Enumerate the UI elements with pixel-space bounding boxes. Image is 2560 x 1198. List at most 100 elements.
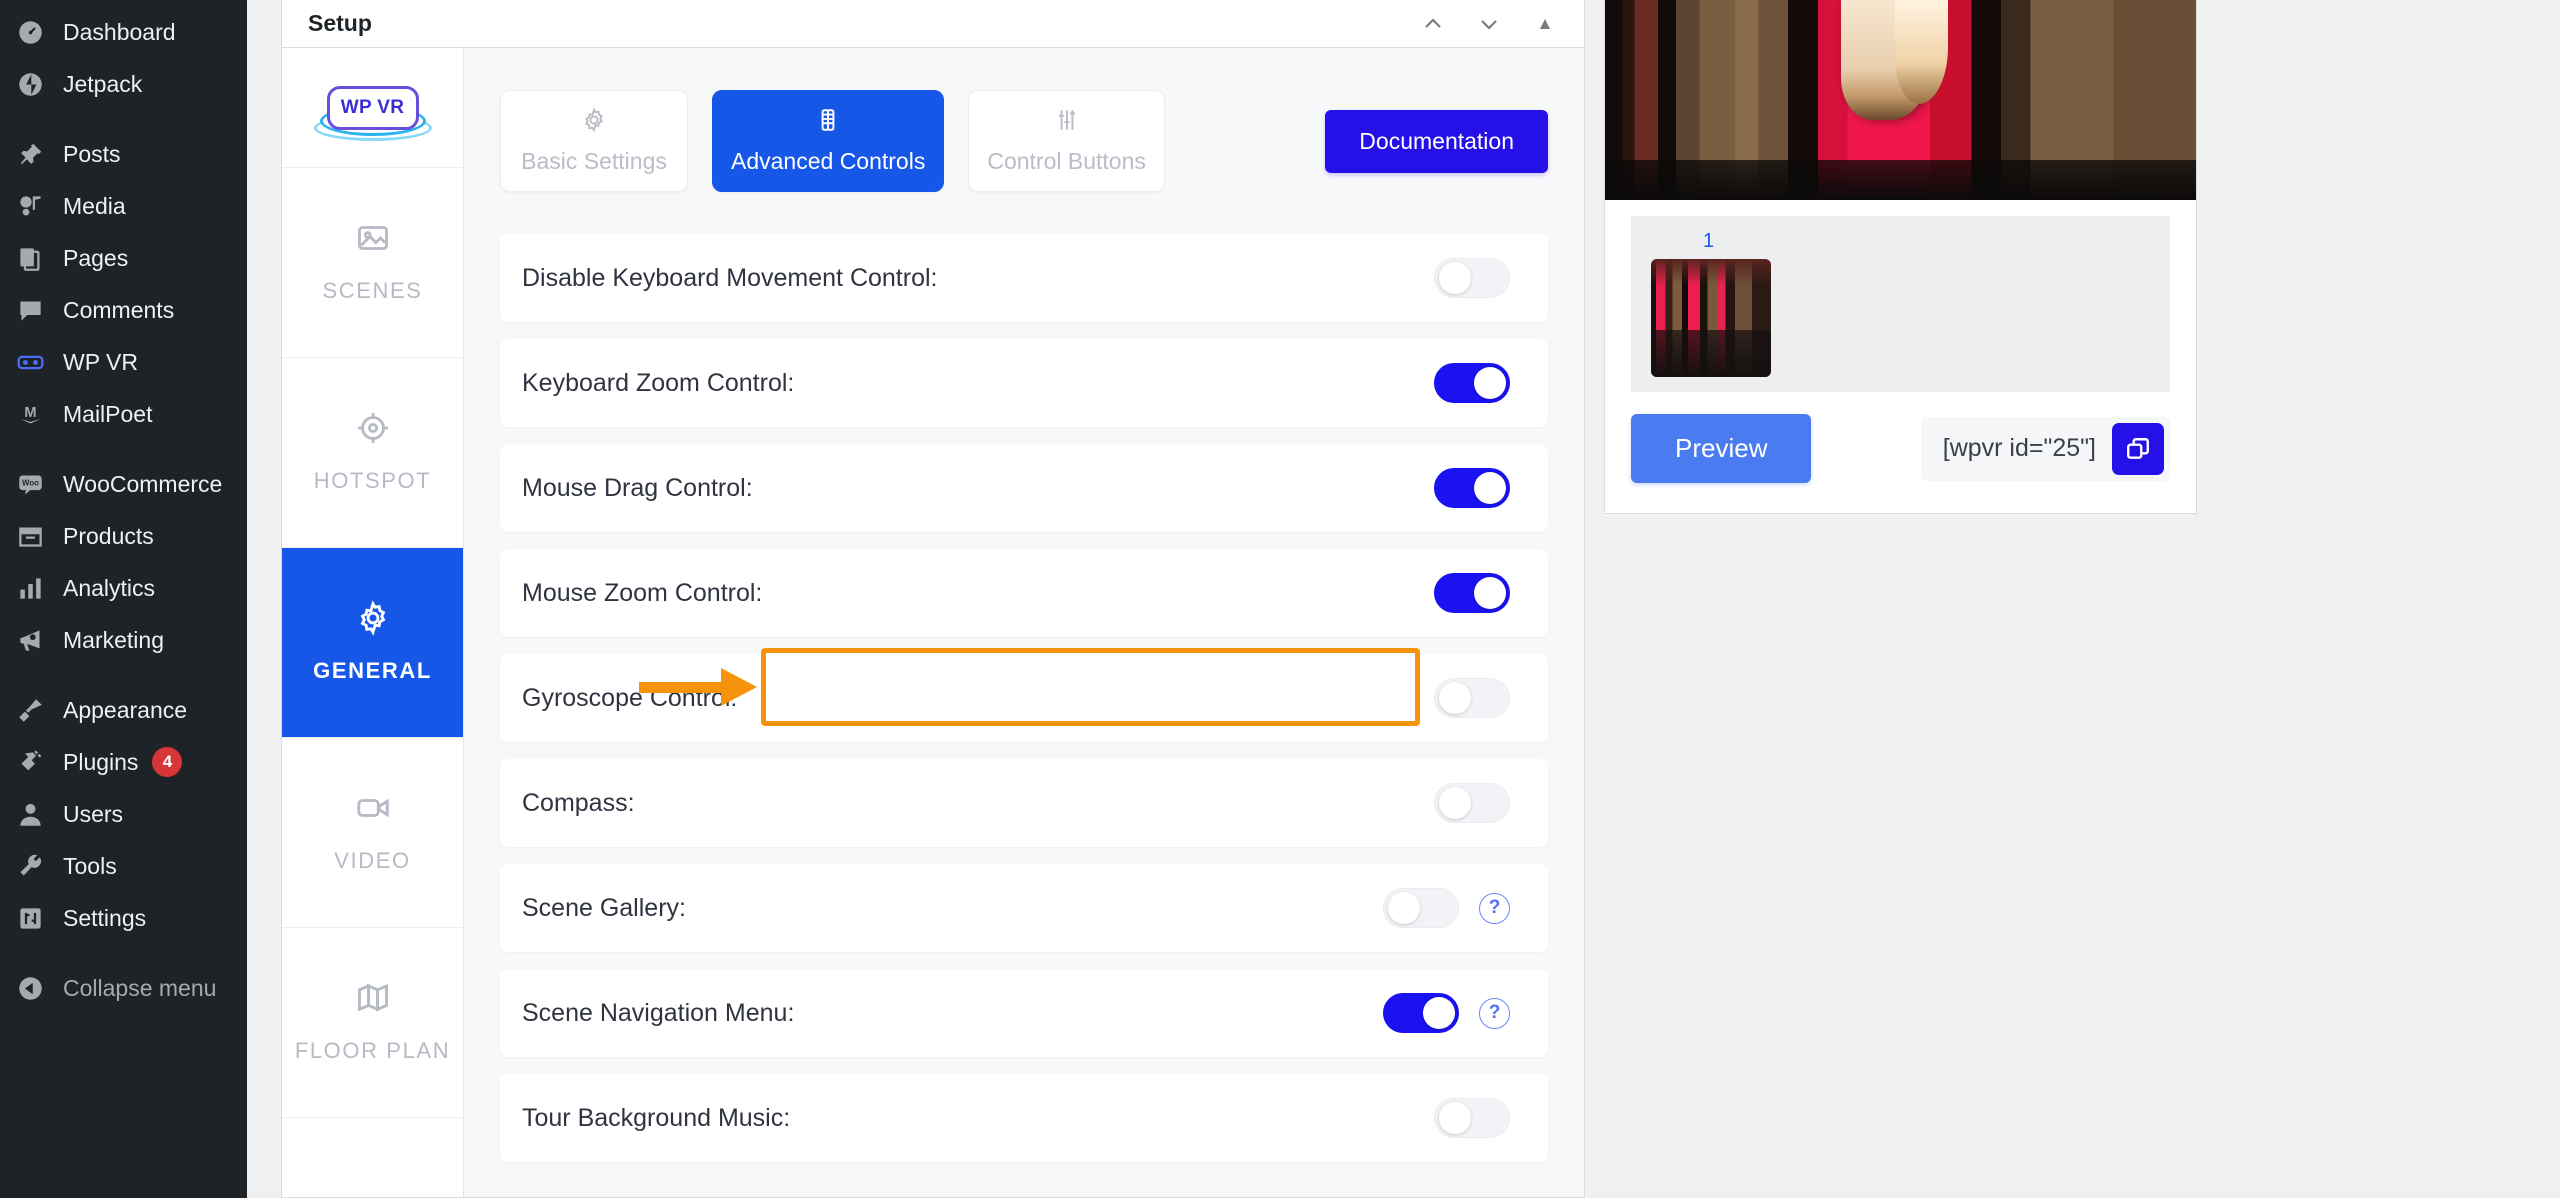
sidebar-item-appearance[interactable]: Appearance bbox=[0, 684, 247, 736]
sidebar-item-collapse-menu[interactable]: Collapse menu bbox=[0, 962, 247, 1014]
setting-row: Compass: bbox=[500, 759, 1548, 847]
sidebar-item-label: Pages bbox=[63, 244, 129, 271]
panel-icon bbox=[815, 107, 841, 138]
sidebar-item-label: Analytics bbox=[63, 574, 156, 601]
rail-tab-hotspot[interactable]: HOTSPOT bbox=[282, 358, 463, 548]
setting-toggle[interactable] bbox=[1383, 993, 1459, 1033]
sidebar-item-products[interactable]: Products bbox=[0, 510, 247, 562]
sidebar-item-pages[interactable]: Pages bbox=[0, 232, 247, 284]
setting-toggle[interactable] bbox=[1434, 258, 1510, 298]
main-content: Setup WP VR SCENES HOTSPOT GENERAL VIDEO… bbox=[247, 0, 2560, 1198]
svg-text:M: M bbox=[24, 404, 36, 420]
triangle-up-icon[interactable] bbox=[1528, 7, 1562, 41]
setting-label: Scene Navigation Menu: bbox=[522, 998, 795, 1027]
rail-tab-general[interactable]: GENERAL bbox=[282, 548, 463, 738]
tab-basic-settings[interactable]: Basic Settings bbox=[500, 90, 688, 192]
setting-toggle[interactable] bbox=[1434, 573, 1510, 613]
svg-text:Woo: Woo bbox=[22, 478, 39, 487]
sidebar-item-label: Users bbox=[63, 800, 124, 827]
chevron-down-icon[interactable] bbox=[1472, 7, 1506, 41]
sidebar-item-plugins[interactable]: Plugins 4 bbox=[0, 736, 247, 788]
setting-label: Mouse Zoom Control: bbox=[522, 578, 763, 607]
tab-label: Basic Settings bbox=[521, 148, 667, 174]
setting-controls bbox=[1434, 363, 1510, 403]
sidebar-item-label: Jetpack bbox=[63, 70, 143, 97]
setting-toggle[interactable] bbox=[1434, 468, 1510, 508]
rail-tab-label: SCENES bbox=[322, 277, 423, 303]
setting-row: Scene Navigation Menu:? bbox=[500, 969, 1548, 1057]
setting-label: Mouse Drag Control: bbox=[522, 473, 753, 502]
sidebar-item-label: Dashboard bbox=[63, 18, 176, 45]
analytics-icon bbox=[13, 571, 47, 605]
sidebar-item-label: Comments bbox=[63, 296, 175, 323]
plugins-plug-icon bbox=[13, 745, 47, 779]
sidebar-item-dashboard[interactable]: Dashboard bbox=[0, 6, 247, 58]
tab-label: Advanced Controls bbox=[731, 148, 926, 174]
marketing-icon bbox=[13, 623, 47, 657]
video-camera-icon bbox=[355, 790, 391, 831]
setting-toggle[interactable] bbox=[1383, 888, 1459, 928]
setting-toggle[interactable] bbox=[1434, 363, 1510, 403]
hotspot-target-icon bbox=[355, 410, 391, 451]
panorama-preview[interactable] bbox=[1605, 0, 2196, 200]
documentation-button[interactable]: Documentation bbox=[1325, 109, 1548, 173]
copy-shortcode-button[interactable] bbox=[2112, 422, 2164, 475]
sidebar-item-woocommerce[interactable]: Woo WooCommerce bbox=[0, 458, 247, 510]
sidebar-item-users[interactable]: Users bbox=[0, 788, 247, 840]
setting-label: Keyboard Zoom Control: bbox=[522, 368, 795, 397]
setting-toggle[interactable] bbox=[1434, 678, 1510, 718]
preview-actions-row: Preview [wpvr id="25"] bbox=[1605, 392, 2196, 513]
metabox-body: WP VR SCENES HOTSPOT GENERAL VIDEO FLOOR PLA… bbox=[282, 48, 1584, 1197]
sidebar-item-label: Appearance bbox=[63, 696, 188, 723]
wp-admin-sidebar: Dashboard Jetpack Posts Media Pages Comments W… bbox=[0, 0, 247, 1198]
rail-tab-scenes[interactable]: SCENES bbox=[282, 168, 463, 358]
sidebar-item-analytics[interactable]: Analytics bbox=[0, 562, 247, 614]
rail-tab-video[interactable]: VIDEO bbox=[282, 738, 463, 928]
sliders-icon bbox=[1054, 107, 1080, 138]
setting-controls: ? bbox=[1383, 888, 1510, 928]
info-help-icon[interactable]: ? bbox=[1479, 997, 1510, 1029]
image-icon bbox=[355, 220, 391, 261]
sidebar-item-posts[interactable]: Posts bbox=[0, 128, 247, 180]
setting-toggle[interactable] bbox=[1434, 1098, 1510, 1138]
tab-control-buttons[interactable]: Control Buttons bbox=[968, 90, 1165, 192]
preview-button[interactable]: Preview bbox=[1631, 414, 1812, 483]
sidebar-item-marketing[interactable]: Marketing bbox=[0, 614, 247, 666]
sidebar-item-mailpoet[interactable]: M MailPoet bbox=[0, 388, 247, 440]
rail-tab-floor-plan[interactable]: FLOOR PLAN bbox=[282, 928, 463, 1118]
setting-label: Compass: bbox=[522, 788, 635, 817]
sidebar-item-comments[interactable]: Comments bbox=[0, 284, 247, 336]
shortcode-box: [wpvr id="25"] bbox=[1920, 416, 2170, 481]
sidebar-item-media[interactable]: Media bbox=[0, 180, 247, 232]
woocommerce-icon: Woo bbox=[13, 467, 47, 501]
setting-toggle[interactable] bbox=[1434, 783, 1510, 823]
setting-row: Keyboard Zoom Control: bbox=[500, 339, 1548, 427]
setting-row: Disable Keyboard Movement Control: bbox=[500, 234, 1548, 322]
sidebar-item-badge: 4 bbox=[152, 747, 183, 777]
setting-controls bbox=[1434, 468, 1510, 508]
metabox-actions bbox=[1416, 7, 1562, 41]
scene-thumbnail[interactable] bbox=[1651, 259, 1771, 377]
setting-label: Scene Gallery: bbox=[522, 893, 686, 922]
sidebar-item-wp-vr[interactable]: WP VR bbox=[0, 336, 247, 388]
chevron-up-icon[interactable] bbox=[1416, 7, 1450, 41]
preview-card: 1 Preview [wpvr id="25"] bbox=[1604, 0, 2197, 514]
settings-panel: Basic Settings Advanced Controls Control B… bbox=[464, 48, 1584, 1197]
products-icon bbox=[13, 519, 47, 553]
sidebar-item-settings[interactable]: Settings bbox=[0, 892, 247, 944]
setting-controls bbox=[1434, 258, 1510, 298]
sidebar-item-tools[interactable]: Tools bbox=[0, 840, 247, 892]
media-icon bbox=[13, 189, 47, 223]
rail-tab-label: GENERAL bbox=[313, 657, 432, 683]
users-icon bbox=[13, 797, 47, 831]
info-help-icon[interactable]: ? bbox=[1479, 892, 1510, 924]
sidebar-item-jetpack[interactable]: Jetpack bbox=[0, 58, 247, 110]
gear-icon bbox=[581, 107, 607, 138]
settings-sliders-icon bbox=[13, 901, 47, 935]
tab-advanced-controls[interactable]: Advanced Controls bbox=[712, 90, 945, 192]
rail-tab-label: FLOOR PLAN bbox=[294, 1037, 451, 1063]
sidebar-item-label: WooCommerce bbox=[63, 470, 223, 497]
wordpress-admin-page: Dashboard Jetpack Posts Media Pages Comments W… bbox=[0, 0, 2560, 1198]
setting-controls bbox=[1434, 1098, 1510, 1138]
scene-thumbnail-strip: 1 bbox=[1631, 216, 2170, 392]
